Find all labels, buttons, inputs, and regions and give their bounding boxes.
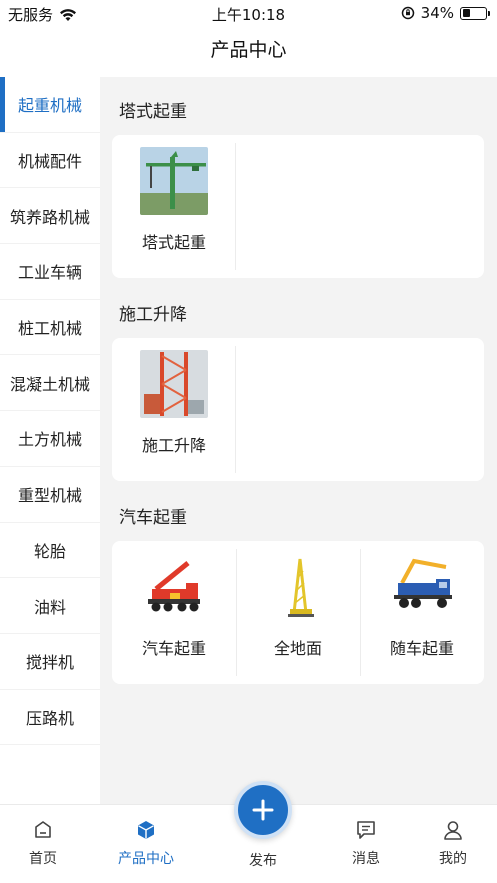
sidebar-item-road-machinery[interactable]: 筑养路机械 (0, 188, 100, 245)
sidebar-item-label: 搅拌机 (25, 653, 74, 673)
tab-messages[interactable]: 消息 (331, 805, 401, 868)
product-item-construction-hoist[interactable]: 施工升降 (112, 338, 236, 481)
sidebar-item-label: 工业车辆 (17, 263, 82, 283)
section-card-construction-hoist: 施工升降 (112, 338, 484, 481)
nav-bar: 产品中心 (0, 26, 497, 78)
page-title: 产品中心 (210, 39, 287, 61)
tab-label: 我的 (439, 851, 467, 867)
sidebar-item-machine-parts[interactable]: 机械配件 (0, 133, 100, 189)
plus-icon (252, 799, 274, 821)
sidebar-item-lifting-machinery[interactable]: 起重机械 (0, 77, 100, 133)
sidebar-item-label: 油料 (33, 597, 66, 617)
sidebar-item-label: 混凝土机械 (9, 374, 90, 394)
sidebar-item-oils[interactable]: 油料 (0, 578, 100, 634)
product-item-truck-crane[interactable]: 汽车起重 (112, 541, 236, 684)
message-icon (357, 821, 375, 839)
sidebar-item-rollers[interactable]: 压路机 (0, 690, 100, 746)
cube-icon (138, 821, 154, 839)
sidebar-item-label: 起重机械 (17, 96, 82, 116)
section-title-construction-hoist: 施工升降 (119, 305, 187, 325)
sidebar-item-label: 压路机 (25, 708, 74, 728)
sidebar-item-mixers[interactable]: 搅拌机 (0, 634, 100, 690)
product-label: 全地面 (273, 639, 322, 658)
battery-icon (460, 6, 490, 20)
sidebar-item-concrete-machinery[interactable]: 混凝土机械 (0, 355, 100, 412)
all-terrain-crane-image (264, 553, 332, 621)
battery-percent: 34% (420, 4, 454, 22)
publish-button[interactable] (234, 781, 292, 839)
tab-mine[interactable]: 我的 (418, 805, 488, 868)
sidebar-item-label: 机械配件 (17, 152, 82, 172)
truck-crane-image (140, 553, 208, 621)
sidebar-item-label: 重型机械 (17, 486, 82, 506)
tab-products[interactable]: 产品中心 (111, 805, 181, 868)
product-item-tower-crane[interactable]: 塔式起重 (112, 135, 236, 278)
tab-label: 首页 (29, 851, 57, 867)
category-sidebar: 起重机械 机械配件 筑养路机械 工业车辆 桩工机械 混凝土机械 土方机械 重型机… (0, 77, 100, 804)
section-card-tower-crane: 塔式起重 (112, 135, 484, 278)
product-item-all-terrain-crane[interactable]: 全地面 (236, 541, 360, 684)
section-card-truck-crane: 汽车起重 全地面 随车起重 (112, 541, 484, 684)
section-title-truck-crane: 汽车起重 (119, 508, 187, 528)
sidebar-item-label: 桩工机械 (17, 319, 82, 339)
product-label: 施工升降 (141, 436, 206, 455)
sidebar-item-industrial-vehicles[interactable]: 工业车辆 (0, 244, 100, 300)
product-label: 随车起重 (389, 639, 454, 658)
truck-mounted-crane-image (388, 553, 456, 621)
product-item-truck-mounted-crane[interactable]: 随车起重 (360, 541, 484, 684)
sidebar-item-heavy-machinery[interactable]: 重型机械 (0, 467, 100, 523)
status-right: 34% (401, 4, 490, 22)
product-content: 塔式起重 塔式起重 施工升降 施工升降 汽车起重 汽车起重 全地面 随车起重 (100, 77, 497, 804)
sidebar-item-label: 筑养路机械 (9, 207, 90, 227)
sidebar-item-label: 土方机械 (17, 430, 82, 450)
sidebar-item-piling-machinery[interactable]: 桩工机械 (0, 300, 100, 356)
tower-crane-image (140, 147, 208, 215)
sidebar-item-earthmoving-machinery[interactable]: 土方机械 (0, 411, 100, 467)
home-icon (35, 821, 51, 838)
product-label: 汽车起重 (141, 639, 206, 658)
tab-home[interactable]: 首页 (8, 805, 78, 868)
orientation-lock-icon (401, 6, 414, 20)
product-label: 塔式起重 (141, 233, 206, 252)
sidebar-item-label: 轮胎 (33, 541, 66, 561)
sidebar-item-tires[interactable]: 轮胎 (0, 523, 100, 579)
section-title-tower-crane: 塔式起重 (119, 102, 187, 122)
publish-label: 发布 (249, 853, 277, 869)
construction-hoist-image (140, 350, 208, 418)
battery-fill (462, 9, 470, 17)
tab-label: 产品中心 (118, 851, 174, 867)
user-icon (444, 821, 462, 840)
status-bar: 无服务 上午10:18 34% (0, 0, 497, 26)
tab-label: 消息 (352, 851, 380, 867)
